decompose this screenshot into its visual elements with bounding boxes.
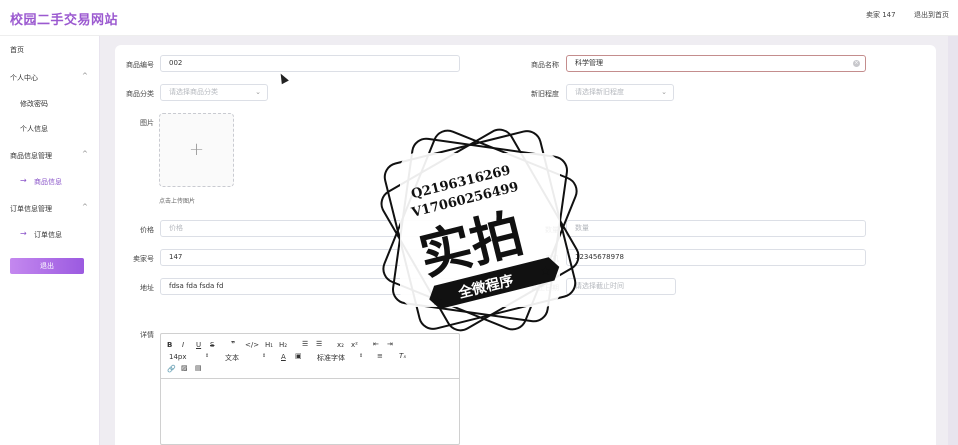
strike-icon[interactable]: S xyxy=(210,341,214,349)
scroll-track xyxy=(948,36,958,445)
chevron-updown-icon: ⇕ xyxy=(262,353,267,359)
arrow-right-icon: → xyxy=(20,176,27,185)
address-input[interactable]: fdsa fda fsda fd xyxy=(160,278,460,295)
underline-icon[interactable]: U xyxy=(196,341,201,349)
price-input[interactable]: 价格 xyxy=(160,220,460,237)
sidebar-item-change-password[interactable]: 修改密码 xyxy=(20,99,48,109)
address-label: 地址 xyxy=(140,284,154,292)
rich-text-editor: B I U S ❞ </> H₁ H₂ ☰ ☰ x₂ x² ⇤ ⇥ 14px ⇕… xyxy=(160,333,460,445)
image-icon[interactable]: ▨ xyxy=(181,364,188,372)
indent-icon[interactable]: ⇥ xyxy=(387,340,393,348)
name-label: 商品名称 xyxy=(531,61,559,69)
quote-icon[interactable]: ❞ xyxy=(231,340,235,348)
chevron-updown-icon: ⇕ xyxy=(359,353,364,359)
sidebar-group-personal[interactable]: 个人中心 xyxy=(10,73,38,83)
font-color-icon[interactable]: A xyxy=(281,353,286,361)
sidebar-item-home[interactable]: 首页 xyxy=(10,45,24,55)
chevron-up-icon: ^ xyxy=(82,150,88,158)
chevron-up-icon: ^ xyxy=(82,203,88,211)
font-size-select[interactable]: 14px xyxy=(169,353,187,361)
font-family-select[interactable]: 标准字体 xyxy=(317,353,345,363)
italic-icon[interactable]: I xyxy=(182,341,184,349)
link-icon[interactable]: 🔗 xyxy=(167,365,176,373)
deadline-label: 截止日期 xyxy=(531,284,559,292)
price-label: 价格 xyxy=(140,226,154,234)
condition-select[interactable]: 请选择新旧程度 ⌄ xyxy=(566,84,674,101)
text-style-select[interactable]: 文本 xyxy=(225,353,239,363)
sidebar-item-order-info[interactable]: 订单信息 xyxy=(34,230,62,240)
phone-label: 手机 xyxy=(545,255,559,263)
bullet-list-icon[interactable]: ☰ xyxy=(316,340,322,348)
sidebar-group-orders[interactable]: 订单信息管理 xyxy=(10,204,52,214)
image-label: 图片 xyxy=(140,119,154,127)
chevron-up-icon: ^ xyxy=(82,72,88,80)
ordered-list-icon[interactable]: ☰ xyxy=(302,340,308,348)
condition-placeholder: 请选择新旧程度 xyxy=(575,88,624,96)
category-select[interactable]: 请选择商品分类 ⌄ xyxy=(160,84,268,101)
site-title: 校园二手交易网站 xyxy=(10,13,119,28)
sidebar-item-personal-info[interactable]: 个人信息 xyxy=(20,124,48,134)
sidebar-group-goods[interactable]: 商品信息管理 xyxy=(10,151,52,161)
logout-button[interactable]: 退出 xyxy=(10,258,84,274)
back-home-link[interactable]: 退出到首页 xyxy=(914,10,949,20)
chevron-down-icon: ⌄ xyxy=(661,88,667,96)
category-label: 商品分类 xyxy=(126,90,154,98)
background-color-icon[interactable]: ▣ xyxy=(295,352,302,360)
phone-input[interactable]: 12345678978 xyxy=(566,249,866,266)
subscript-icon[interactable]: x₂ xyxy=(337,341,344,349)
outdent-icon[interactable]: ⇤ xyxy=(373,340,379,348)
condition-label: 新旧程度 xyxy=(531,90,559,98)
code-label: 商品编号 xyxy=(126,61,154,69)
bold-icon[interactable]: B xyxy=(167,341,172,349)
heading1-icon[interactable]: H₁ xyxy=(265,341,273,349)
sidebar: 首页 个人中心 ^ 修改密码 个人信息 商品信息管理 ^ → 商品信息 订单信息… xyxy=(0,36,100,445)
image-upload[interactable]: + xyxy=(159,113,234,187)
chevron-updown-icon: ⇕ xyxy=(205,353,210,359)
arrow-right-icon: → xyxy=(20,229,27,238)
seller-no-input[interactable]: 147 xyxy=(160,249,460,266)
top-bar: 校园二手交易网站 卖家 147 退出到首页 xyxy=(0,0,958,36)
details-label: 详情 xyxy=(140,331,154,339)
code-icon[interactable]: </> xyxy=(245,341,259,349)
align-icon[interactable]: ≡ xyxy=(377,352,383,360)
quantity-input[interactable]: 数量 xyxy=(566,220,866,237)
seller-no-label: 卖家号 xyxy=(133,255,154,263)
clear-icon[interactable]: × xyxy=(853,60,860,67)
editor-toolbar: B I U S ❞ </> H₁ H₂ ☰ ☰ x₂ x² ⇤ ⇥ 14px ⇕… xyxy=(161,334,459,379)
category-placeholder: 请选择商品分类 xyxy=(169,88,218,96)
code-input[interactable]: 002 xyxy=(160,55,460,72)
plus-icon: + xyxy=(188,139,205,160)
clear-format-icon[interactable]: Tₓ xyxy=(399,352,406,360)
upload-tip: 点击上传图片 xyxy=(159,198,196,205)
deadline-picker[interactable]: 请选择截止时间 xyxy=(566,278,676,295)
name-value: 科学管理 xyxy=(575,59,603,67)
seller-account[interactable]: 卖家 147 xyxy=(866,10,896,20)
video-icon[interactable]: ▤ xyxy=(195,364,202,372)
quantity-label: 数量 xyxy=(545,226,559,234)
sidebar-item-goods-info[interactable]: 商品信息 xyxy=(34,177,62,187)
name-input[interactable]: 科学管理 × xyxy=(566,55,866,72)
heading2-icon[interactable]: H₂ xyxy=(279,341,287,349)
chevron-down-icon: ⌄ xyxy=(255,88,261,96)
superscript-icon[interactable]: x² xyxy=(351,341,358,349)
